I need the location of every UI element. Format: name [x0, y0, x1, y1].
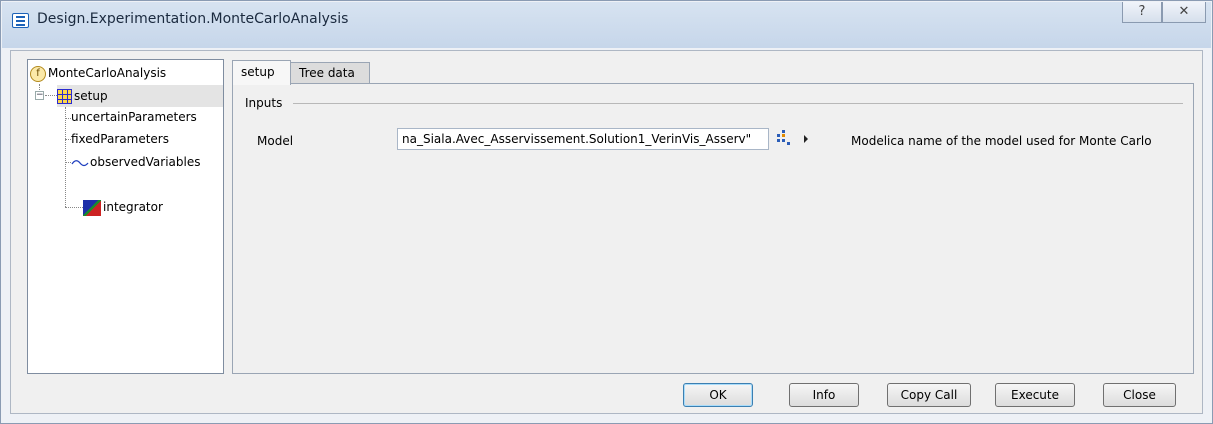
close-button[interactable]: Close — [1103, 383, 1176, 407]
tab-setup[interactable]: setup — [232, 60, 291, 85]
tree-item-montecarloanalysis[interactable]: f MonteCarloAnalysis — [30, 62, 166, 84]
help-icon: ? — [1138, 4, 1146, 19]
tree-item-label: observedVariables — [90, 155, 201, 169]
tree-item-label: uncertainParameters — [71, 110, 197, 124]
title-bar[interactable]: Design.Experimentation.MonteCarloAnalysi… — [2, 2, 1211, 48]
execute-button[interactable]: Execute — [995, 383, 1075, 407]
ok-button[interactable]: OK — [683, 383, 753, 407]
tree-item-fixedparameters[interactable]: fixedParameters — [71, 128, 169, 150]
close-icon: ✕ — [1178, 4, 1190, 19]
dialog-window: Design.Experimentation.MonteCarloAnalysi… — [0, 0, 1213, 424]
tree-item-uncertainparameters[interactable]: uncertainParameters — [71, 106, 197, 128]
model-tree: f MonteCarloAnalysis − setup uncertainPar… — [27, 59, 224, 374]
collapse-icon[interactable]: − — [35, 91, 44, 100]
window-title: Design.Experimentation.MonteCarloAnalysi… — [37, 11, 349, 27]
inputs-group-label: Inputs — [245, 96, 283, 110]
model-label: Model — [257, 134, 294, 148]
function-icon: f — [30, 65, 46, 82]
group-divider — [293, 103, 1183, 104]
wave-icon — [71, 159, 89, 166]
tree-item-label: integrator — [103, 200, 163, 214]
tree-item-observedvariables[interactable]: observedVariables — [71, 151, 200, 173]
grid-icon — [57, 89, 72, 104]
tree-item-label: setup — [74, 89, 108, 103]
model-input[interactable]: na_Siala.Avec_Asservissement.Solution1_V… — [397, 128, 769, 150]
info-button[interactable]: Info — [789, 383, 859, 407]
menu-arrow-icon[interactable] — [804, 135, 808, 143]
help-button[interactable]: ? — [1122, 2, 1162, 23]
tree-item-integrator[interactable]: integrator — [83, 196, 163, 218]
tab-tree-data[interactable]: Tree data — [290, 62, 370, 84]
integrator-icon — [83, 199, 101, 216]
class-browser-icon[interactable] — [777, 130, 791, 146]
window-app-icon — [12, 13, 29, 28]
copy-call-button[interactable]: Copy Call — [887, 383, 971, 407]
setup-panel: Inputs Model na_Siala.Avec_Asservissemen… — [232, 83, 1194, 374]
tree-item-label: fixedParameters — [71, 132, 169, 146]
tree-item-setup[interactable]: setup — [57, 85, 223, 107]
window-close-button[interactable]: ✕ — [1162, 2, 1206, 23]
tree-item-label: MonteCarloAnalysis — [48, 66, 167, 80]
model-description: Modelica name of the model used for Mont… — [851, 134, 1152, 148]
dialog-body: f MonteCarloAnalysis − setup uncertainPar… — [10, 50, 1203, 414]
